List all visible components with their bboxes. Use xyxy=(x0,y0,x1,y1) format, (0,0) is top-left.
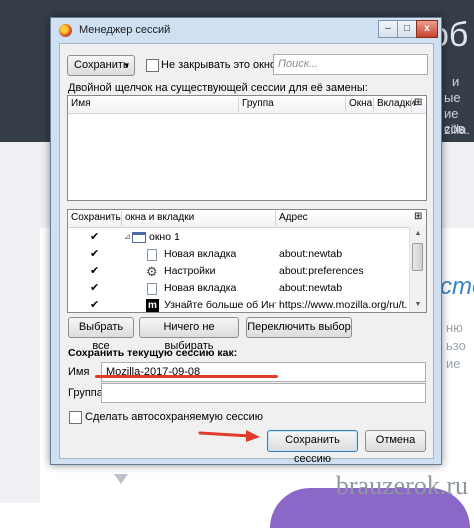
background-lower-fragment-3: ие xyxy=(446,356,461,371)
column-group[interactable]: Группа xyxy=(242,98,274,109)
group-input[interactable] xyxy=(101,383,426,403)
mozilla-icon: m xyxy=(146,299,159,312)
maximize-button[interactable]: □ xyxy=(397,20,417,38)
column-divider xyxy=(345,97,346,112)
name-label: Имя xyxy=(68,366,90,378)
column-divider xyxy=(411,97,412,112)
background-fragment-1: и xyxy=(452,74,460,89)
background-blue-fragment: сте xyxy=(440,273,474,300)
save-dropdown-label: Сохранить xyxy=(74,59,129,71)
select-all-button[interactable]: Выбрать все xyxy=(68,317,134,352)
tree-row-tab[interactable]: ✔ Новая вкладка about:newtab xyxy=(68,280,409,298)
select-none-button[interactable]: Ничего не выбирать xyxy=(139,317,239,352)
tree-row-address: about:newtab xyxy=(279,282,343,294)
cancel-button[interactable]: Отмена xyxy=(365,430,426,452)
sessions-list-header: Имя Группа Окна Вкладки ⊞ xyxy=(68,96,426,114)
autosave-label: Сделать автосохраняемую сессию xyxy=(85,411,263,423)
minimize-button[interactable]: – xyxy=(378,20,398,38)
save-session-heading: Сохранить текущую сессию как: xyxy=(68,347,238,359)
tabs-tree-header: Сохранить окна и вкладки Адрес ⊞ xyxy=(68,210,426,228)
tree-row-title: Узнайте больше об Инте... xyxy=(164,299,276,311)
column-windows-tabs[interactable]: окна и вкладки xyxy=(125,212,194,223)
tabs-tree[interactable]: Сохранить окна и вкладки Адрес ⊞ ✔ ⊿ окн… xyxy=(67,209,427,313)
background-fragment-2: ые xyxy=(444,90,461,105)
tree-row-window[interactable]: ✔ ⊿ окно 1 xyxy=(68,229,409,247)
checkmark-icon[interactable]: ✔ xyxy=(90,264,99,277)
tree-row-tab[interactable]: ✔ Новая вкладка about:newtab xyxy=(68,246,409,264)
checkmark-icon[interactable]: ✔ xyxy=(90,281,99,294)
tab-icon xyxy=(147,283,157,295)
save-session-button[interactable]: Сохранить сессию xyxy=(267,430,358,465)
tree-row-title: Новая вкладка xyxy=(164,248,237,260)
annotation-underline xyxy=(95,375,278,378)
scroll-thumb[interactable] xyxy=(412,243,423,271)
checkmark-icon[interactable]: ✔ xyxy=(90,247,99,260)
tree-row-title: окно 1 xyxy=(149,231,180,243)
column-windows[interactable]: Окна xyxy=(349,98,372,109)
column-divider xyxy=(373,97,374,112)
search-input[interactable]: Поиск... xyxy=(273,54,428,75)
keep-open-label: Не закрывать это окно xyxy=(161,59,277,71)
tree-row-address: about:preferences xyxy=(279,265,364,277)
column-tabs[interactable]: Вкладки xyxy=(377,98,415,109)
chevron-down-icon: ▾ xyxy=(124,60,129,70)
tabs-tree-scrollbar[interactable]: ▲ ▼ xyxy=(409,227,426,312)
tree-row-title: Новая вкладка xyxy=(164,282,237,294)
session-manager-window: Менеджер сессий – □ x Сохранить ▾ Не зак… xyxy=(50,17,442,465)
expander-icon[interactable]: ⊿ xyxy=(124,232,131,241)
sessions-list[interactable]: Имя Группа Окна Вкладки ⊞ xyxy=(67,95,427,201)
keep-open-checkbox[interactable] xyxy=(146,59,159,72)
window-icon xyxy=(132,232,146,243)
column-picker-icon[interactable]: ⊞ xyxy=(414,97,422,108)
column-divider xyxy=(275,211,276,226)
column-name[interactable]: Имя xyxy=(71,98,90,109)
sessions-instruction: Двойной щелчок на существующей сессии дл… xyxy=(68,82,368,94)
firefox-icon xyxy=(59,24,72,37)
background-lower-fragment-2: ьзо xyxy=(446,338,466,353)
window-title: Менеджер сессий xyxy=(79,24,171,36)
background-fragment-4: zilla. xyxy=(444,122,471,137)
tree-row-address: https://www.mozilla.org/ru/t... xyxy=(279,299,407,311)
tree-row-address: about:newtab xyxy=(279,248,343,260)
autosave-checkbox[interactable] xyxy=(69,411,82,424)
scroll-up-icon[interactable]: ▲ xyxy=(410,227,426,241)
column-save[interactable]: Сохранить xyxy=(71,212,121,223)
tree-row-tab[interactable]: ✔ m Узнайте больше об Инте... https://ww… xyxy=(68,297,409,312)
background-lower-fragment-1: ню xyxy=(446,320,463,335)
tab-icon xyxy=(147,249,157,261)
annotation-arrow-icon xyxy=(198,430,260,442)
column-picker-icon[interactable]: ⊞ xyxy=(414,211,422,222)
save-dropdown-button[interactable]: Сохранить ▾ xyxy=(67,55,135,76)
checkmark-icon[interactable]: ✔ xyxy=(90,298,99,311)
tree-row-tab[interactable]: ✔ ⚙ Настройки about:preferences xyxy=(68,263,409,281)
checkmark-icon[interactable]: ✔ xyxy=(90,230,99,243)
gear-icon: ⚙ xyxy=(146,264,158,279)
column-divider xyxy=(121,211,122,226)
toggle-selection-button[interactable]: Переключить выбор xyxy=(246,317,352,338)
watermark: brauzerok.ru xyxy=(335,471,468,500)
background-triangle-icon xyxy=(114,474,128,484)
column-address[interactable]: Адрес xyxy=(279,212,308,223)
dialog-body: Сохранить ▾ Не закрывать это окно Поиск.… xyxy=(59,43,434,465)
tree-row-title: Настройки xyxy=(164,265,216,277)
group-label: Группа xyxy=(68,387,103,399)
title-bar[interactable]: Менеджер сессий – □ x xyxy=(51,18,441,43)
close-button[interactable]: x xyxy=(416,20,438,38)
session-name-input[interactable]: Mozilla-2017-09-08 xyxy=(101,362,426,382)
scroll-down-icon[interactable]: ▼ xyxy=(410,298,426,312)
column-divider xyxy=(238,97,239,112)
